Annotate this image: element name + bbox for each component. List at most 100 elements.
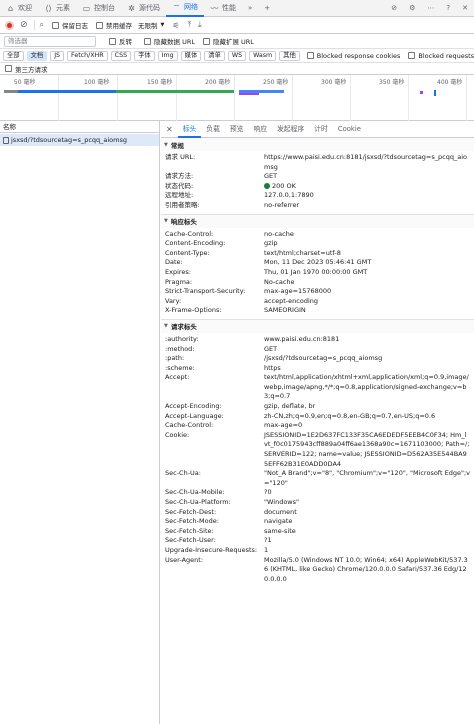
detail-tab-cookie[interactable]: Cookie: [333, 121, 366, 138]
tab-welcome[interactable]: ⌂ 欢迎: [0, 0, 38, 17]
hide-extension-urls-box[interactable]: [202, 37, 210, 45]
third-party-row: 第三方请求: [0, 63, 474, 75]
third-party-checkbox[interactable]: 第三方请求: [5, 64, 48, 74]
issues-icon[interactable]: ⊘: [385, 0, 403, 17]
timeline-tick-label: 300 毫秒: [321, 79, 347, 86]
tab-console[interactable]: ▭ 控制台: [76, 0, 121, 17]
detail-tab-preview[interactable]: 预览: [225, 121, 249, 138]
filter-chip-fetch-xhr[interactable]: Fetch/XHR: [67, 50, 108, 61]
filter-input[interactable]: 筛选器: [4, 35, 96, 47]
detail-tab-payload[interactable]: 负载: [201, 121, 225, 138]
filter-chip-manifest[interactable]: 清单: [204, 50, 225, 61]
timeline-tick: 100 毫秒: [84, 75, 118, 121]
tab-performance[interactable]: 〰 性能: [204, 0, 242, 17]
detail-tab-headers[interactable]: 标头: [177, 121, 202, 138]
filter-chip-document[interactable]: 文档: [26, 50, 48, 61]
header-row: Date: Mon, 11 Dec 2023 05:46:41 GMT: [161, 258, 474, 268]
more-options-icon[interactable]: ⋯: [421, 0, 440, 17]
detail-tab-initiator[interactable]: 发起程序: [272, 121, 309, 138]
tab-elements[interactable]: ⟨⟩ 元素: [38, 0, 76, 17]
filter-chip-js[interactable]: JS: [50, 50, 65, 61]
new-tab-icon[interactable]: +: [258, 0, 276, 17]
filter-chip-other[interactable]: 其他: [279, 50, 300, 61]
invert-checkbox[interactable]: 反转: [109, 36, 132, 46]
filter-chip-media[interactable]: 媒体: [180, 50, 202, 61]
sources-icon: ✲: [128, 3, 135, 13]
header-key: Sec-Fetch-Mode:: [165, 517, 219, 526]
disable-cache-checkbox[interactable]: 禁用缓存: [96, 20, 132, 30]
throttle-select[interactable]: 无限制 ▼: [138, 20, 164, 30]
close-detail-icon[interactable]: ✕: [161, 121, 178, 138]
header-value: GET: [264, 344, 278, 353]
filter-chip-ws[interactable]: WS: [227, 50, 247, 61]
request-headers-section: ▼ 请求标头 :authority: www.paisi.edu.cn:8181:m…: [161, 319, 474, 587]
header-key: 请求方法:: [165, 172, 194, 181]
filter-chip-img[interactable]: Img: [157, 50, 178, 61]
header-row: Content-Type: text/html;charset=utf-8: [161, 249, 474, 259]
timeline-overview[interactable]: 50 毫秒 100 毫秒 150 毫秒 200 毫秒 250 毫秒 300 毫秒…: [0, 75, 474, 121]
header-row: Accept-Language: zh-CN,zh;q=0.9,en;q=0.8,…: [161, 412, 474, 422]
hide-extension-urls-checkbox[interactable]: 隐藏扩展 URL: [202, 36, 254, 46]
hide-data-urls-checkbox[interactable]: 隐藏数据 URL: [144, 36, 195, 46]
settings-icon[interactable]: ⚙: [403, 0, 421, 17]
filter-chip-font[interactable]: 字体: [134, 50, 155, 61]
timeline-tick: 150 毫秒: [147, 75, 177, 121]
more-tabs-icon[interactable]: »: [242, 0, 258, 17]
hide-data-urls-box[interactable]: [144, 37, 151, 45]
console-icon: ▭: [82, 3, 91, 13]
filter-chip-all[interactable]: 全部: [3, 50, 24, 61]
blocked-requests-box[interactable]: [408, 52, 416, 59]
detail-tab-response[interactable]: 响应: [248, 121, 272, 138]
disable-cache-box[interactable]: [96, 21, 104, 29]
timeline-tick-label: 200 毫秒: [205, 79, 231, 86]
filter-chip-wasm[interactable]: Wasm: [249, 50, 277, 61]
response-headers-section-header[interactable]: ▼ 响应标头: [161, 214, 474, 228]
header-key: User-Agent:: [165, 555, 204, 564]
header-key: Sec-Ch-Ua:: [165, 469, 201, 478]
preserve-log-checkbox[interactable]: 保留日志: [52, 20, 88, 30]
header-key: X-Frame-Options:: [165, 306, 222, 315]
blocked-response-cookies-box[interactable]: [306, 52, 314, 59]
header-value: max-age=0: [264, 421, 303, 430]
general-section-header[interactable]: ▼ 常规: [161, 138, 474, 151]
header-value: same-site: [264, 526, 296, 535]
request-row-name: jsxsd/?tdsourcetag=s_pcqq_aiomsg: [11, 136, 128, 144]
blocked-response-cookies-checkbox[interactable]: Blocked response cookies: [306, 52, 400, 60]
timeline-tick-label: 100 毫秒: [84, 79, 110, 86]
header-key: Date:: [165, 258, 183, 267]
tab-network[interactable]: ⌔ 网络: [166, 0, 204, 17]
response-headers-section: ▼ 响应标头 Cache-Control: no-cache Content-Enco…: [161, 214, 474, 320]
upload-icon[interactable]: ⤒: [188, 20, 192, 30]
filter-chip-css[interactable]: CSS: [110, 50, 132, 61]
preserve-log-box[interactable]: [52, 21, 60, 29]
timeline-tick-label: 50 毫秒: [13, 79, 36, 86]
clear-icon[interactable]: ⊘: [20, 20, 28, 30]
header-row: Sec-Ch-Ua-Mobile: ?0: [161, 488, 474, 498]
name-column-header[interactable]: 名称: [0, 121, 159, 133]
request-headers-section-header[interactable]: ▼ 请求标头: [161, 319, 474, 333]
detail-tab-timing[interactable]: 计时: [309, 121, 333, 138]
header-row: Sec-Ch-Ua-Platform: "Windows": [161, 498, 474, 508]
download-icon[interactable]: ⤓: [198, 20, 202, 30]
request-row[interactable]: jsxsd/?tdsourcetag=s_pcqq_aiomsg: [0, 134, 159, 146]
triangle-down-icon: ▼: [164, 323, 168, 330]
header-value: text/html,application/xhtml+xml,applicat…: [264, 373, 469, 401]
invert-box[interactable]: [109, 37, 116, 45]
filter-bar: 筛选器 反转 隐藏数据 URL 隐藏扩展 URL: [0, 34, 474, 49]
blocked-requests-checkbox[interactable]: Blocked requests: [408, 52, 474, 60]
header-value: "Not_A Brand";v="8", "Chromium";v="120",…: [264, 469, 470, 487]
timeline-bar-waiting: [4, 90, 18, 93]
header-value: max-age=15768000: [264, 287, 332, 296]
timeline-bar-download: [116, 90, 234, 93]
header-value: 127.0.0.1:7890: [264, 191, 314, 200]
header-key: :method:: [165, 344, 195, 353]
help-icon[interactable]: ?: [440, 0, 456, 17]
close-icon[interactable]: ✕: [456, 0, 474, 17]
third-party-box[interactable]: [5, 65, 12, 72]
header-row: :authority: www.paisi.edu.cn:8181: [161, 335, 474, 345]
record-icon[interactable]: [5, 20, 14, 30]
timeline-tick-label: 250 毫秒: [263, 79, 289, 86]
network-conditions-icon[interactable]: ⚟: [172, 21, 179, 30]
search-icon[interactable]: ⌕: [33, 20, 44, 30]
tab-sources[interactable]: ✲ 源代码: [121, 0, 166, 17]
